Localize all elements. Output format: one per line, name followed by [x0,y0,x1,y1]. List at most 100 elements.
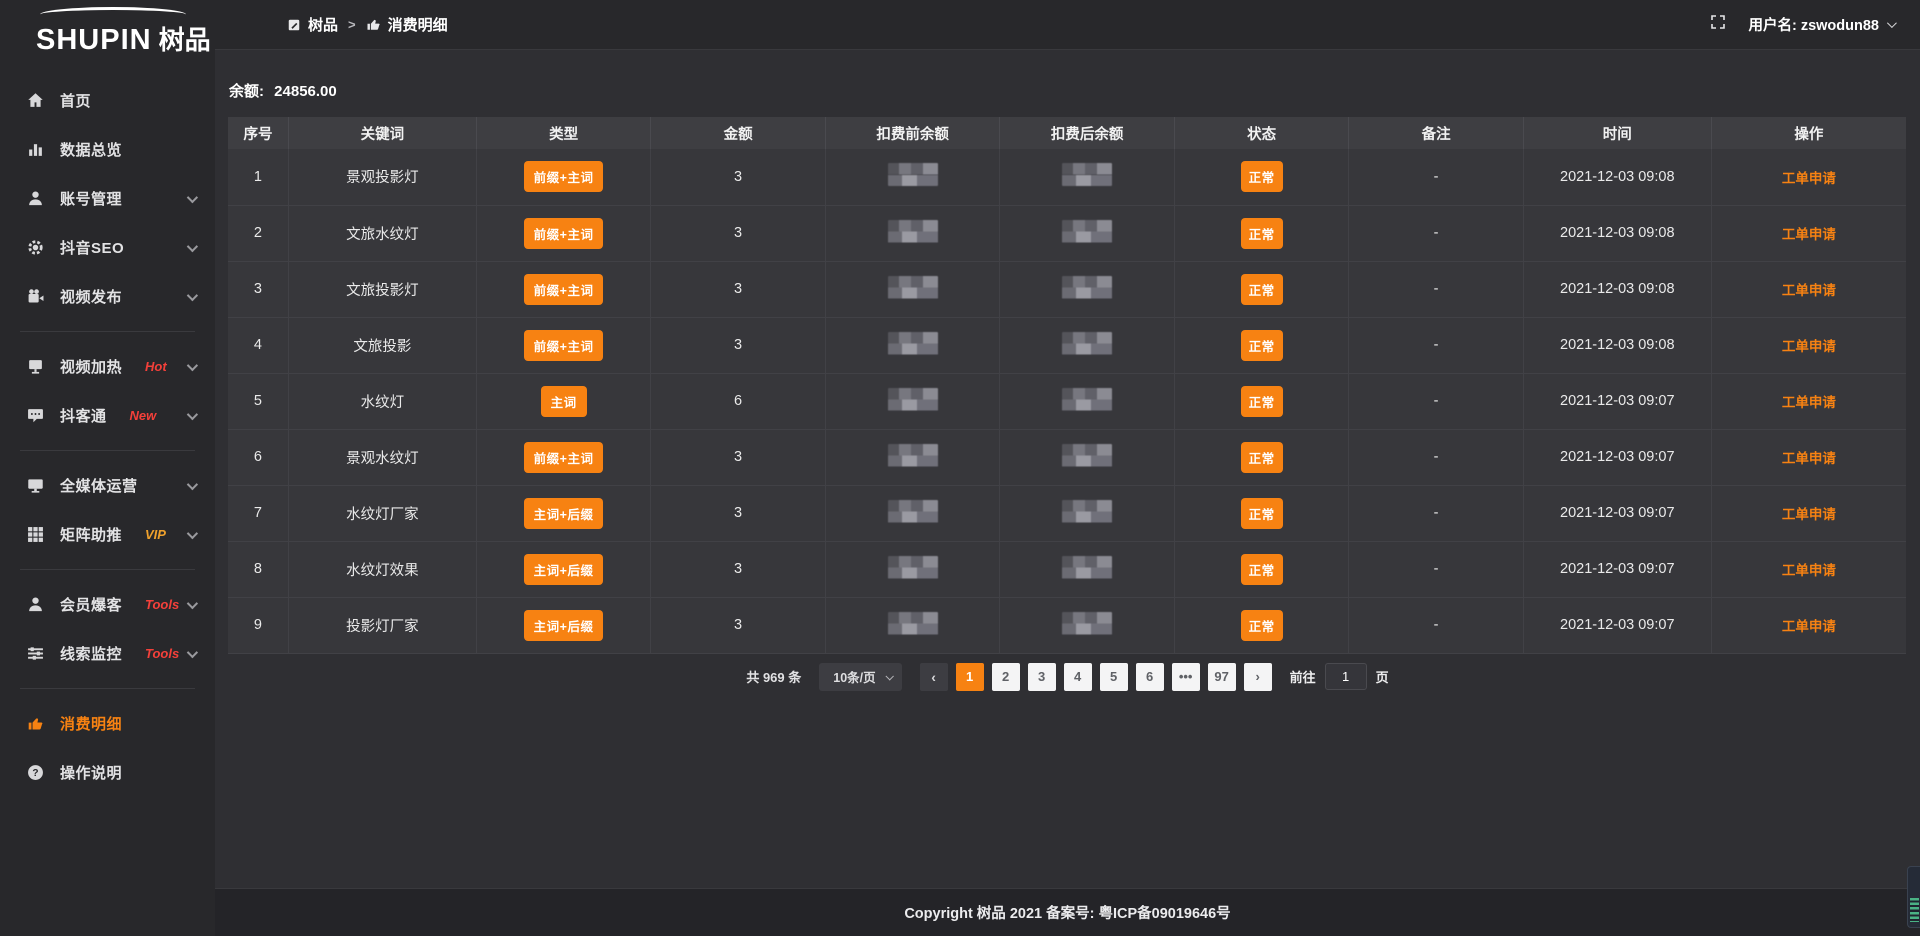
page-button-97[interactable]: 97 [1208,663,1236,691]
fullscreen-icon[interactable] [1710,14,1726,35]
status-badge: 正常 [1241,498,1283,529]
prev-page-button[interactable]: ‹ [920,663,948,691]
cell-amount: 3 [651,429,826,485]
chevron-down-icon [187,646,198,657]
goto-page-input[interactable] [1325,663,1367,690]
status-badge: 正常 [1241,442,1283,473]
cell-status: 正常 [1174,485,1349,541]
cell-type: 前缀+主词 [476,317,651,373]
cell-amount: 3 [651,485,826,541]
hand-coin-icon [366,17,381,32]
svg-text:?: ? [32,768,38,779]
cell-balance-before [825,429,1000,485]
hand-coin-icon [26,715,45,732]
page-button-1[interactable]: 1 [956,663,984,691]
table-row: 3 文旅投影灯 前缀+主词 3 正常 - 2021-12-03 09:08 工单… [228,261,1906,317]
blurred-balance-after [1062,332,1112,355]
chevron-down-icon [187,597,198,608]
sidebar-item-operation-guide[interactable]: ? 操作说明 [0,748,215,797]
grid-icon [26,526,45,543]
ellipsis-button[interactable]: ••• [1172,663,1200,691]
next-page-button[interactable]: › [1244,663,1272,691]
ticket-apply-link[interactable]: 工单申请 [1782,451,1836,466]
type-badge: 前缀+主词 [524,330,604,361]
sidebar-item-video-heat[interactable]: 视频加热 Hot [0,342,215,391]
table-row: 5 水纹灯 主词 6 正常 - 2021-12-03 09:07 工单申请 [228,373,1906,429]
question-circle-icon: ? [26,764,45,781]
cell-action: 工单申请 [1711,429,1906,485]
page-button-4[interactable]: 4 [1064,663,1092,691]
cell-action: 工单申请 [1711,485,1906,541]
blurred-balance-after [1062,163,1112,186]
cell-note: - [1349,485,1524,541]
cell-amount: 6 [651,373,826,429]
page-size-select[interactable]: 10条/页 [819,663,901,691]
sidebar-item-media-operation[interactable]: 全媒体运营 [0,461,215,510]
sidebar-item-member-burst[interactable]: 会员爆客 Tools [0,580,215,629]
table-row: 2 文旅水纹灯 前缀+主词 3 正常 - 2021-12-03 09:08 工单… [228,205,1906,261]
cell-time: 2021-12-03 09:07 [1523,429,1711,485]
brand-name-cn: 树品 [159,20,211,57]
cell-status: 正常 [1174,149,1349,205]
cell-amount: 3 [651,205,826,261]
blurred-balance-before [888,276,938,299]
col-balance-after: 扣费后余额 [1000,117,1175,149]
sidebar-item-doukotong[interactable]: 抖客通 New [0,391,215,440]
widget-stripes [1910,898,1919,922]
sidebar-item-lead-monitor[interactable]: 线索监控 Tools [0,629,215,678]
ticket-apply-link[interactable]: 工单申请 [1782,563,1836,578]
cell-note: - [1349,429,1524,485]
table-row: 7 水纹灯厂家 主词+后缀 3 正常 - 2021-12-03 09:07 工单… [228,485,1906,541]
sidebar-item-home[interactable]: 首页 [0,76,215,125]
chevron-down-icon [187,359,198,370]
status-badge: 正常 [1241,330,1283,361]
sidebar-divider [20,331,195,332]
cell-type: 主词+后缀 [476,541,651,597]
sidebar-item-video-publish[interactable]: 视频发布 [0,272,215,321]
cell-action: 工单申请 [1711,205,1906,261]
ticket-apply-link[interactable]: 工单申请 [1782,619,1836,634]
sidebar-item-douyin-seo[interactable]: 抖音SEO [0,223,215,272]
page-button-5[interactable]: 5 [1100,663,1128,691]
type-badge: 主词+后缀 [524,610,604,641]
sidebar-item-account-management[interactable]: 账号管理 [0,174,215,223]
monitor-icon [26,477,45,494]
page-button-6[interactable]: 6 [1136,663,1164,691]
sidebar-divider [20,688,195,689]
ticket-apply-link[interactable]: 工单申请 [1782,171,1836,186]
floating-widget [1907,866,1920,928]
user-menu[interactable]: 用户名: zswodun88 [1748,14,1894,35]
page-button-2[interactable]: 2 [992,663,1020,691]
blurred-balance-after [1062,556,1112,579]
cell-type: 主词+后缀 [476,485,651,541]
balance-label: 余额: [229,83,264,100]
cell-index: 6 [228,429,288,485]
cell-amount: 3 [651,317,826,373]
ticket-apply-link[interactable]: 工单申请 [1782,395,1836,410]
blurred-balance-before [888,556,938,579]
cell-keyword: 水纹灯 [288,373,476,429]
ticket-apply-link[interactable]: 工单申请 [1782,227,1836,242]
sliders-icon [26,645,45,662]
cell-time: 2021-12-03 09:07 [1523,597,1711,653]
cell-keyword: 文旅投影灯 [288,261,476,317]
vip-badge: VIP [145,527,166,542]
breadcrumb-home[interactable]: 树品 [287,14,338,35]
ticket-apply-link[interactable]: 工单申请 [1782,283,1836,298]
cell-time: 2021-12-03 09:08 [1523,205,1711,261]
topbar-right: 用户名: zswodun88 [1710,14,1920,35]
logo-arc [40,7,186,22]
total-count: 共 969 条 [746,667,801,686]
cell-status: 正常 [1174,373,1349,429]
chevron-down-icon [187,191,198,202]
page-button-3[interactable]: 3 [1028,663,1056,691]
ticket-apply-link[interactable]: 工单申请 [1782,339,1836,354]
cell-balance-before [825,149,1000,205]
blurred-balance-before [888,388,938,411]
breadcrumb-current[interactable]: 消费明细 [366,14,448,35]
sidebar-item-data-overview[interactable]: 数据总览 [0,125,215,174]
ticket-apply-link[interactable]: 工单申请 [1782,507,1836,522]
sidebar-item-expense-detail[interactable]: 消费明细 [0,699,215,748]
col-note: 备注 [1349,117,1524,149]
sidebar-item-matrix-boost[interactable]: 矩阵助推 VIP [0,510,215,559]
